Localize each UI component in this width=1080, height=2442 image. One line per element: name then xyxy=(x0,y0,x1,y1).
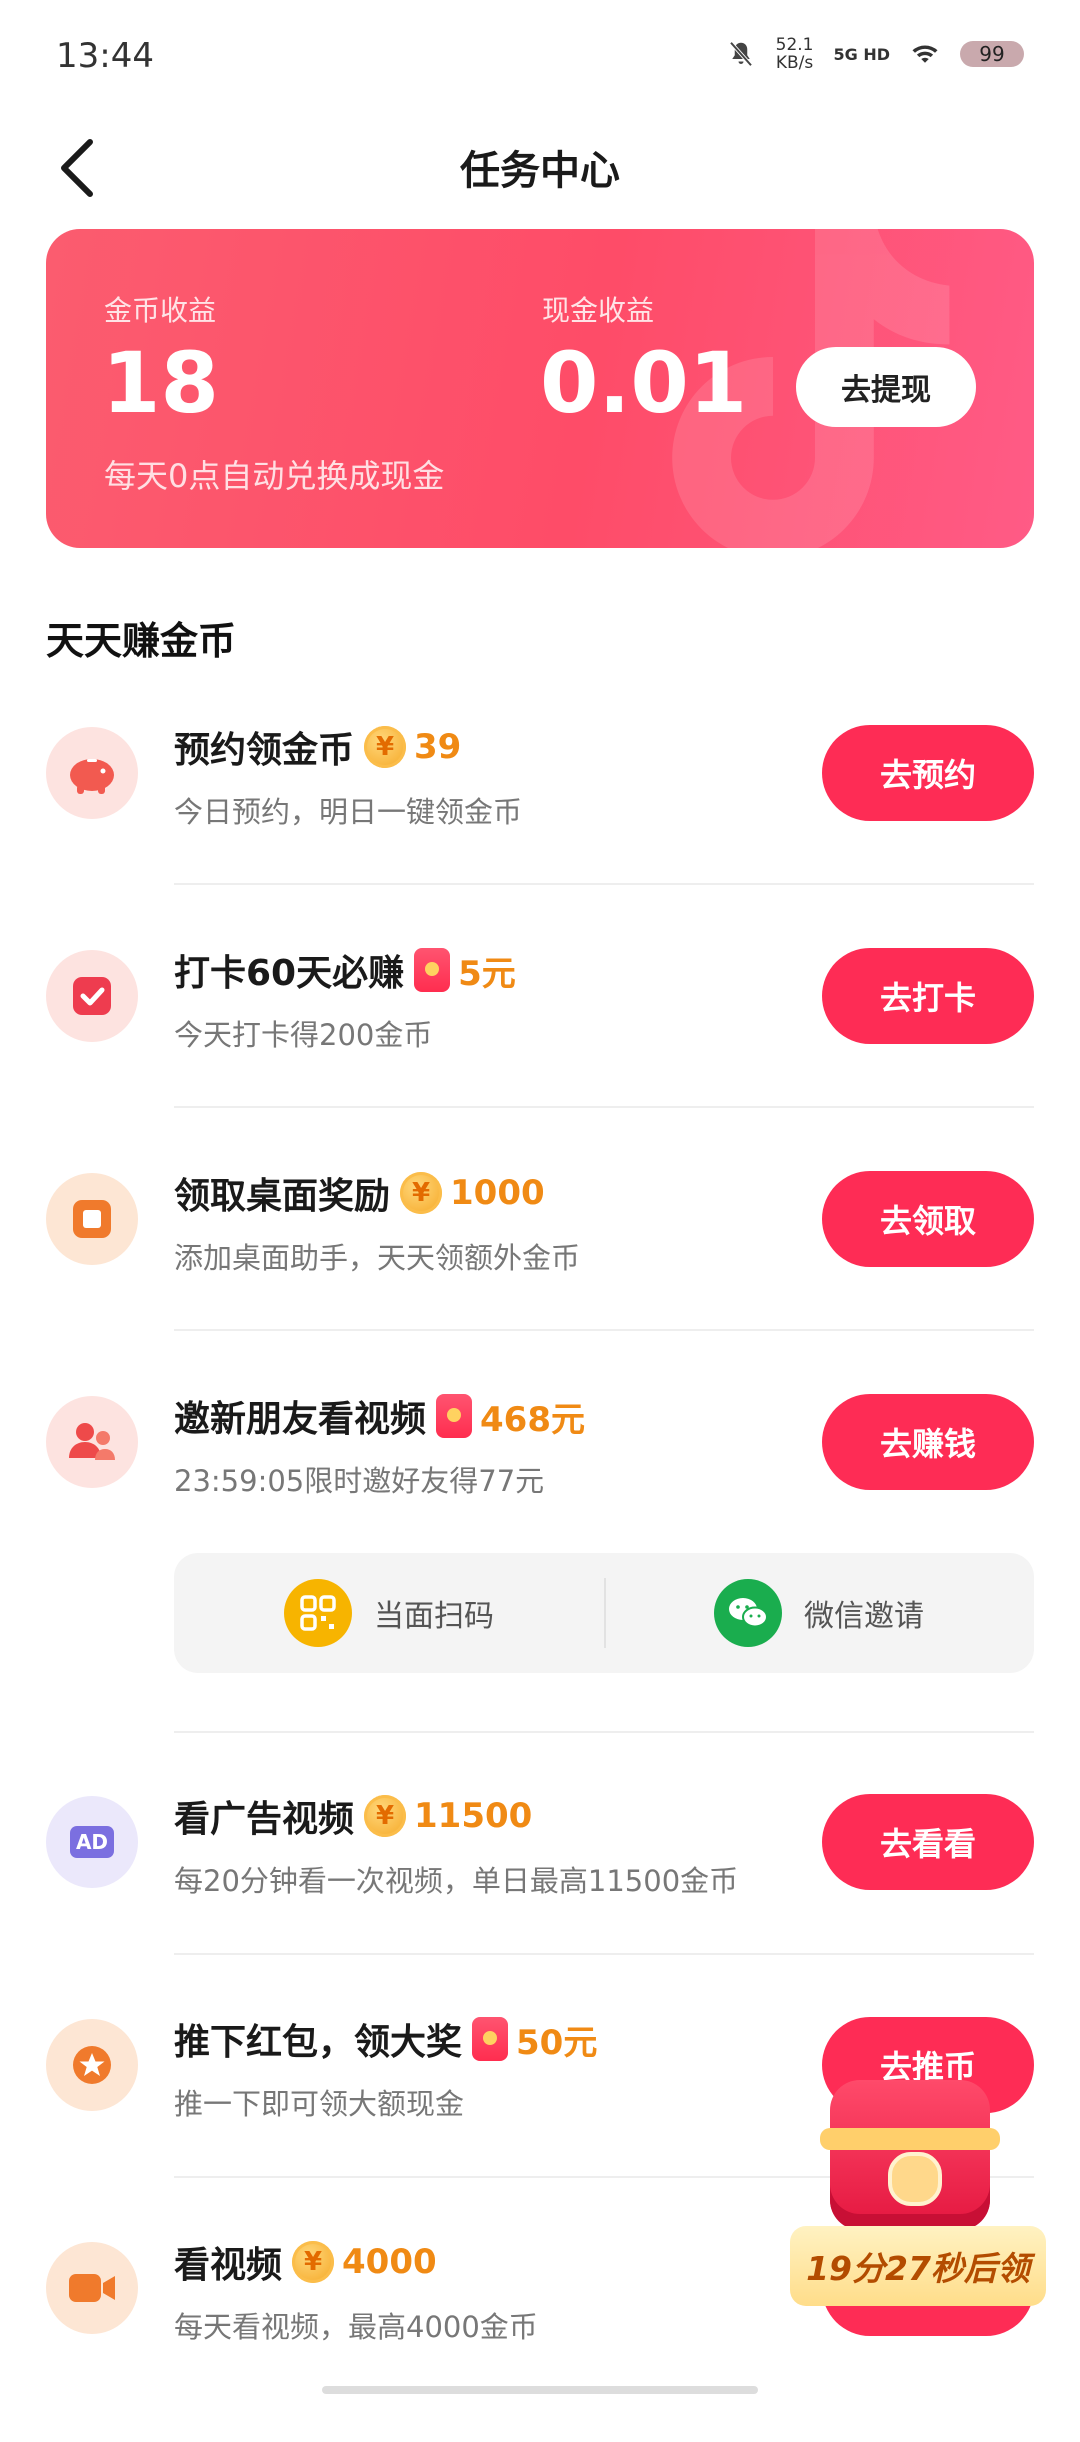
task-title: 预约领金币 ¥ 39 xyxy=(174,721,461,773)
task-title-text: 看广告视频 xyxy=(174,1799,355,1840)
network-type: 5G HD xyxy=(833,44,890,64)
mute-bell-icon xyxy=(729,41,753,67)
divider xyxy=(174,1731,1034,1733)
ad-icon: AD xyxy=(46,1796,138,1888)
coin-icon: ¥ xyxy=(400,1172,443,1214)
task-title-text: 邀新朋友看视频 xyxy=(174,1399,427,1440)
earn-money-button[interactable]: 去赚钱 xyxy=(822,1394,1034,1490)
task-reward: ¥ 1000 xyxy=(400,1172,545,1214)
task-title-text: 领取桌面奖励 xyxy=(174,1176,391,1217)
task-title: 领取桌面奖励 ¥ 1000 xyxy=(174,1167,545,1219)
task-title-text: 预约领金币 xyxy=(174,730,355,771)
claim-button[interactable]: 去领取 xyxy=(822,1171,1034,1267)
task-title: 看视频 ¥ 4000 xyxy=(174,2236,437,2288)
task-description: 今天打卡得200金币 xyxy=(174,1018,433,1052)
checkin-button[interactable]: 去打卡 xyxy=(822,948,1034,1044)
task-reward: 5元 xyxy=(414,946,516,995)
video-camera-icon xyxy=(46,2242,138,2334)
desktop-widget-icon xyxy=(46,1173,138,1265)
red-packet-icon xyxy=(436,1394,473,1438)
speed-value: 52.1 xyxy=(775,35,814,55)
wifi-icon xyxy=(912,45,938,63)
task-title: 看广告视频 ¥ 11500 xyxy=(174,1790,532,1842)
task-description: 今日预约，明日一键领金币 xyxy=(174,795,523,829)
home-indicator[interactable] xyxy=(322,2386,758,2394)
cash-earnings-label: 现金收益 xyxy=(542,294,655,327)
qr-code-icon xyxy=(284,1579,352,1647)
exchange-note: 每天0点自动兑换成现金 xyxy=(104,457,445,495)
task-description: 每天看视频，最高4000金币 xyxy=(174,2310,538,2344)
reward-value: 1000 xyxy=(450,1173,545,1213)
divider xyxy=(174,883,1034,885)
star-badge-icon xyxy=(46,2019,138,2111)
task-description: 推一下即可领大额现金 xyxy=(174,2087,465,2121)
coin-icon: ¥ xyxy=(292,2241,335,2283)
task-reward: 468元 xyxy=(436,1392,585,1441)
treasure-timer: 19分27秒后领 xyxy=(790,2226,1046,2306)
earnings-card: 金币收益 18 现金收益 0.01 每天0点自动兑换成现金 去提现 xyxy=(46,229,1034,548)
task-description: 添加桌面助手，天天领额外金币 xyxy=(174,1241,581,1275)
task-reward: ¥ 39 xyxy=(364,726,461,768)
status-icons: 52.1 KB/s 5G HD 99 xyxy=(726,36,1024,72)
network-speed: 52.1 KB/s xyxy=(776,36,814,72)
battery-indicator: 99 xyxy=(960,41,1024,67)
task-reward: 50元 xyxy=(472,2015,597,2064)
task-description: 23:59:05限时邀好友得77元 xyxy=(174,1464,545,1498)
divider xyxy=(174,1329,1034,1331)
page-title: 任务中心 xyxy=(460,148,620,194)
section-title: 天天赚金币 xyxy=(46,619,237,663)
cash-earnings-value: 0.01 xyxy=(540,334,748,432)
task-watch-ads: AD 看广告视频 ¥ 11500 每20分钟看一次视频，单日最高11500金币 … xyxy=(0,1794,1080,1996)
invite-friends-icon xyxy=(46,1396,138,1488)
red-packet-icon xyxy=(472,2017,509,2061)
red-packet-icon xyxy=(414,948,451,992)
withdraw-button[interactable]: 去提现 xyxy=(796,347,976,427)
wechat-icon xyxy=(714,1579,782,1647)
task-title-text: 打卡60天必赚 xyxy=(174,953,405,994)
reserve-button[interactable]: 去预约 xyxy=(822,725,1034,821)
task-reserve-coins: 预约领金币 ¥ 39 今日预约，明日一键领金币 去预约 xyxy=(0,725,1080,927)
divider xyxy=(174,1106,1034,1108)
treasure-chest-widget[interactable]: 19分27秒后领 xyxy=(790,2080,1050,2320)
chest-lock xyxy=(888,2152,942,2206)
divider xyxy=(174,1953,1034,1955)
chest-band xyxy=(820,2128,1000,2150)
task-desktop-reward: 领取桌面奖励 ¥ 1000 添加桌面助手，天天领额外金币 去领取 xyxy=(0,1171,1080,1373)
task-title: 邀新朋友看视频 468元 xyxy=(174,1390,585,1442)
task-reward: ¥ 11500 xyxy=(364,1795,532,1837)
scan-code-label: 当面扫码 xyxy=(374,1599,494,1634)
status-time: 13:44 xyxy=(56,36,154,76)
task-title-text: 推下红包，领大奖 xyxy=(174,2022,463,2063)
piggy-bank-icon xyxy=(46,727,138,819)
task-title: 推下红包，领大奖 50元 xyxy=(174,2013,597,2065)
ad-badge: AD xyxy=(70,1826,114,1858)
reward-value: 50元 xyxy=(516,2022,598,2063)
reward-value: 5元 xyxy=(458,953,516,994)
task-checkin: 打卡60天必赚 5元 今天打卡得200金币 去打卡 xyxy=(0,948,1080,1150)
reward-value: 468元 xyxy=(480,1399,585,1440)
task-description: 每20分钟看一次视频，单日最高11500金币 xyxy=(174,1864,739,1898)
watch-ads-button[interactable]: 去看看 xyxy=(822,1794,1034,1890)
coin-earnings-value: 18 xyxy=(102,334,219,432)
reward-value: 11500 xyxy=(414,1796,533,1836)
checkbox-icon xyxy=(46,950,138,1042)
task-title: 打卡60天必赚 5元 xyxy=(174,944,516,996)
coin-icon: ¥ xyxy=(364,726,407,768)
reward-value: 4000 xyxy=(342,2242,437,2282)
reward-value: 39 xyxy=(414,727,462,767)
coin-icon: ¥ xyxy=(364,1795,407,1837)
wechat-invite-label: 微信邀请 xyxy=(804,1599,924,1634)
coin-earnings-label: 金币收益 xyxy=(104,294,217,327)
speed-unit: KB/s xyxy=(775,53,814,73)
scan-code-option[interactable]: 当面扫码 xyxy=(174,1553,604,1673)
invite-options-panel: 当面扫码 微信邀请 xyxy=(174,1553,1034,1673)
task-reward: ¥ 4000 xyxy=(292,2241,437,2283)
status-bar: 13:44 52.1 KB/s 5G HD 99 xyxy=(0,0,1080,118)
wechat-invite-option[interactable]: 微信邀请 xyxy=(604,1553,1034,1673)
task-title-text: 看视频 xyxy=(174,2245,283,2286)
